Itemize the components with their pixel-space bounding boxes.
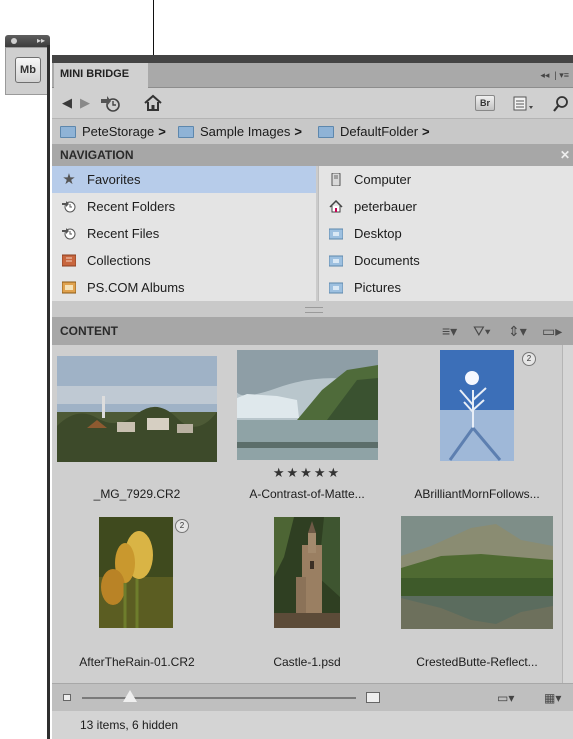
content-title: CONTENT xyxy=(60,324,118,338)
sort-icon[interactable]: ≡▾ xyxy=(442,317,457,345)
thumbnail-caption: A-Contrast-of-Matte... xyxy=(249,487,365,501)
thumbnail-caption: ABrilliantMornFollows... xyxy=(414,487,540,501)
content-grid: _MG_7929.CR2 ★★★★★ A-Contrast-of-Matte..… xyxy=(52,345,562,683)
nav-item-recent-folders[interactable]: Recent Folders xyxy=(52,193,316,220)
computer-icon xyxy=(331,173,341,186)
stack-badge-icon[interactable]: 2 xyxy=(175,519,189,533)
thumbnail-castle-1[interactable] xyxy=(274,517,340,628)
folder-icon xyxy=(329,282,343,294)
tools-menu-icon[interactable]: ▭▸ xyxy=(542,317,562,345)
filter-icon[interactable]: ⛛▾ xyxy=(473,317,491,345)
small-thumbnail-icon[interactable] xyxy=(63,694,71,701)
navigation-left-list: ★ Favorites Recent Folders Recent Files … xyxy=(52,166,316,301)
thumbnail-caption: CrestedButte-Reflect... xyxy=(416,655,538,669)
rating-stars: ★★★★★ xyxy=(272,465,342,480)
panel-menu-icon[interactable]: ◂◂ | ▾≡ xyxy=(540,63,569,87)
content-pod-header: CONTENT ≡▾ ⛛▾ ⇕▾ ▭▸ xyxy=(52,317,573,345)
close-icon[interactable]: ✕ xyxy=(560,144,570,166)
recent-items-icon[interactable] xyxy=(99,95,123,113)
slider-handle[interactable] xyxy=(123,690,137,702)
breadcrumb-separator[interactable]: > xyxy=(294,124,302,139)
content-scrollbar[interactable] xyxy=(562,345,573,683)
thumbnail-image xyxy=(401,516,553,629)
back-arrow-icon[interactable]: ◀ xyxy=(62,88,72,118)
search-icon[interactable] xyxy=(552,95,570,113)
breadcrumb-separator[interactable]: > xyxy=(422,124,430,139)
folder-icon xyxy=(60,126,76,138)
view-mode-icon[interactable]: ▦▾ xyxy=(544,684,561,712)
thumbnail-caption: Castle-1.psd xyxy=(273,655,341,669)
nav-item-favorites[interactable]: ★ Favorites xyxy=(52,166,316,193)
recent-files-icon xyxy=(62,228,76,240)
home-icon[interactable] xyxy=(143,94,163,112)
nav-item-ps-com-albums[interactable]: PS.COM Albums xyxy=(52,274,316,301)
breadcrumb-item-sample-images[interactable]: Sample Images > xyxy=(178,119,302,145)
folder-icon xyxy=(329,228,343,240)
tab-mini-bridge[interactable]: MINI BRIDGE xyxy=(54,63,148,88)
forward-arrow-icon[interactable]: ▶ xyxy=(80,88,90,118)
thumbnail-caption: AfterTheRain-01.CR2 xyxy=(79,655,195,669)
go-to-bridge-button[interactable]: Br xyxy=(475,95,495,111)
mini-bridge-dock-button[interactable]: Mb xyxy=(15,57,41,83)
preview-mode-icon[interactable]: ▭▾ xyxy=(497,684,514,712)
dock-close-icon[interactable] xyxy=(11,38,17,44)
navigation-right-list: Computer peterbauer Desktop Documents Pi… xyxy=(318,166,573,301)
breadcrumb: PeteStorage > Sample Images > DefaultFolde… xyxy=(52,118,573,145)
navigation-title: NAVIGATION xyxy=(60,148,134,162)
panel-titlebar xyxy=(52,55,573,63)
nav-item-desktop[interactable]: Desktop xyxy=(319,220,573,247)
nav-item-collections[interactable]: Collections xyxy=(52,247,316,274)
breadcrumb-separator[interactable]: > xyxy=(158,124,166,139)
dock-divider xyxy=(47,45,50,739)
thumbnail-crestedbutte-reflect[interactable] xyxy=(401,516,553,629)
navigation-pod-header[interactable]: NAVIGATION ✕ xyxy=(52,144,573,166)
nav-item-peterbauer[interactable]: peterbauer xyxy=(319,193,573,220)
folder-icon xyxy=(329,255,343,267)
sort-order-icon[interactable]: ⇕▾ xyxy=(508,317,527,345)
dock-body: Mb xyxy=(5,47,50,95)
collapsed-panel-dock: ▸▸ Mb xyxy=(5,35,50,101)
breadcrumb-item-petestorage[interactable]: PeteStorage > xyxy=(60,119,166,145)
thumbnail-caption: _MG_7929.CR2 xyxy=(93,487,181,501)
status-bar: 13 items, 6 hidden xyxy=(52,711,573,739)
panel-tab-strip: MINI BRIDGE ◂◂ | ▾≡ xyxy=(52,63,573,88)
folder-icon xyxy=(178,126,194,138)
panel-view-menu-icon[interactable] xyxy=(513,96,535,112)
large-thumbnail-icon[interactable] xyxy=(366,692,380,703)
thumbnail-a-contrast-of-matte[interactable] xyxy=(237,350,378,460)
dock-expand-icon[interactable]: ▸▸ xyxy=(37,35,45,47)
nav-item-documents[interactable]: Documents xyxy=(319,247,573,274)
star-icon: ★ xyxy=(62,171,76,188)
home-icon xyxy=(329,200,343,213)
thumbnail-aftertherain-01[interactable] xyxy=(99,517,173,628)
item-count-status: 13 items, 6 hidden xyxy=(80,718,179,732)
thumbnail-image xyxy=(99,517,173,628)
thumbnail-size-bar: ▭▾ ▦▾ xyxy=(52,683,573,712)
nav-item-computer[interactable]: Computer xyxy=(319,166,573,193)
thumbnail-image xyxy=(274,517,340,628)
toolbar: ◀ ▶ Br xyxy=(52,88,573,118)
stack-badge-icon[interactable]: 2 xyxy=(522,352,536,366)
breadcrumb-item-defaultfolder[interactable]: DefaultFolder > xyxy=(318,119,430,145)
folder-icon xyxy=(318,126,334,138)
splitter-grip-icon[interactable] xyxy=(305,307,323,313)
thumbnail-image xyxy=(237,350,378,460)
dock-titlebar[interactable]: ▸▸ xyxy=(5,35,50,47)
thumbnail-abrilliantmornfollows[interactable] xyxy=(440,350,514,461)
nav-item-recent-files[interactable]: Recent Files xyxy=(52,220,316,247)
thumbnail-image xyxy=(440,350,514,461)
albums-icon xyxy=(62,281,76,294)
recent-folders-icon xyxy=(62,201,76,213)
mini-bridge-panel: MINI BRIDGE ◂◂ | ▾≡ ◀ ▶ Br PeteStorage> xyxy=(52,55,573,739)
pod-splitter[interactable] xyxy=(52,301,573,317)
thumbnail-mg-7929[interactable] xyxy=(57,356,217,462)
thumbnail-image xyxy=(57,356,217,462)
collections-icon xyxy=(62,254,76,267)
nav-item-pictures[interactable]: Pictures xyxy=(319,274,573,301)
